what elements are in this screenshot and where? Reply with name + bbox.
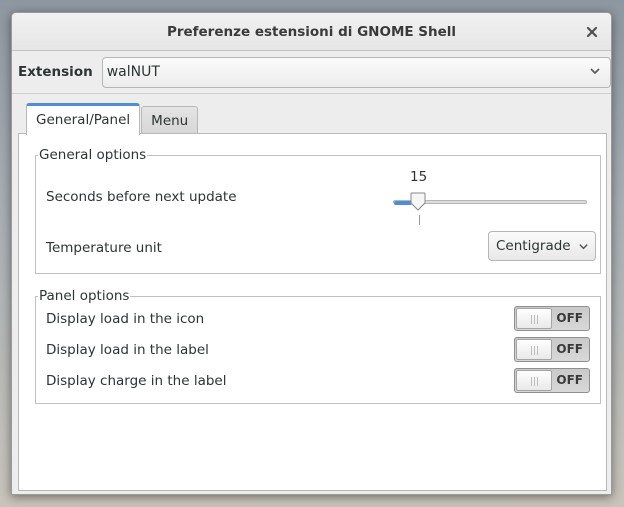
update-interval-mark (419, 215, 420, 225)
general-options-title: General options (38, 147, 148, 163)
switch-state: OFF (556, 342, 583, 356)
panel-options-frame: Panel options Display load in the icon O… (35, 288, 601, 404)
close-icon (586, 26, 598, 38)
display-load-icon-label: Display load in the icon (46, 311, 205, 327)
switch-state: OFF (556, 373, 583, 387)
tab-general-panel[interactable]: General/Panel (26, 103, 141, 135)
switch-knob (516, 308, 552, 329)
panel-options-title: Panel options (38, 288, 131, 304)
temperature-unit-value: Centigrade (496, 238, 571, 254)
chevron-down-icon (590, 67, 600, 74)
switch-knob (516, 370, 552, 391)
window-title: Preferenze estensioni di GNOME Shell (166, 23, 457, 40)
switch-knob (516, 339, 552, 360)
display-load-icon-switch[interactable]: OFF (514, 306, 590, 331)
tab-general-panel-label: General/Panel (36, 112, 131, 128)
extension-row: Extension walNUT (12, 52, 611, 92)
chevron-down-icon (578, 244, 588, 250)
temperature-unit-combo[interactable]: Centigrade (488, 231, 596, 261)
close-button[interactable] (583, 23, 601, 41)
preferences-window: Preferenze estensioni di GNOME Shell Ext… (11, 12, 612, 495)
general-options-frame: General options Seconds before next upda… (35, 147, 601, 274)
update-interval-slider-handle[interactable] (410, 192, 426, 212)
extension-combo[interactable]: walNUT (101, 56, 611, 88)
notebook: General/Panel Menu General options Secon… (12, 93, 611, 494)
update-interval-value: 15 (410, 169, 428, 185)
display-charge-label-label: Display charge in the label (46, 373, 227, 389)
display-load-label-switch[interactable]: OFF (514, 337, 590, 362)
titlebar: Preferenze estensioni di GNOME Shell (12, 13, 611, 51)
tab-bar: General/Panel Menu (26, 102, 199, 135)
display-load-label-label: Display load in the label (46, 342, 209, 358)
extension-combo-value: walNUT (106, 64, 160, 80)
display-charge-label-switch[interactable]: OFF (514, 368, 590, 393)
update-interval-label: Seconds before next update (46, 189, 237, 205)
tab-page-general-panel: General options Seconds before next upda… (18, 133, 607, 491)
switch-state: OFF (556, 311, 583, 325)
extension-label: Extension (18, 64, 93, 80)
temperature-unit-label: Temperature unit (46, 240, 162, 256)
tab-menu-label: Menu (151, 112, 189, 129)
tab-menu[interactable]: Menu (141, 106, 199, 134)
